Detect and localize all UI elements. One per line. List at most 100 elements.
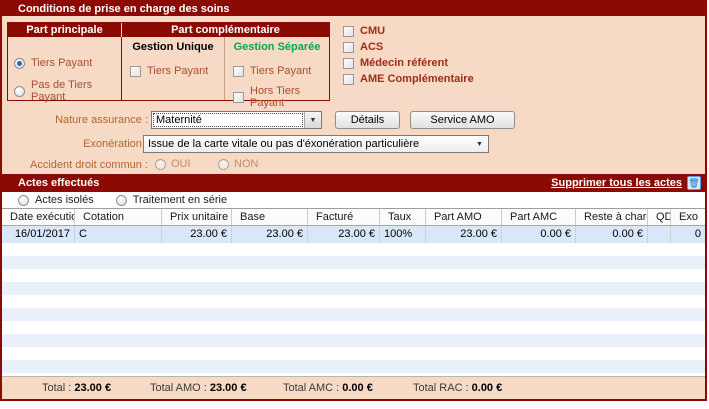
gu-tiers-payant-option[interactable]: Tiers Payant xyxy=(122,65,224,77)
exoneration-label: Exonération : xyxy=(2,135,148,153)
parts-panel-body: Tiers Payant Pas de Tiers Payant Gestion… xyxy=(8,37,329,100)
gestion-unique-column: Gestion Unique Tiers Payant xyxy=(122,37,225,100)
insurance-flags: CMU ACS Médecin référent AME Complémenta… xyxy=(343,23,474,87)
nature-assurance-select[interactable]: Maternité ▼ xyxy=(151,111,322,129)
accident-non-radio[interactable] xyxy=(218,159,229,170)
total-amo-value: 23.00 € xyxy=(210,382,247,394)
tiers-payant-label: Tiers Payant xyxy=(31,57,92,69)
chevron-down-icon[interactable]: ▼ xyxy=(471,136,488,152)
total-amo: Total AMO :23.00 € xyxy=(150,377,247,399)
col-qd: QD xyxy=(648,209,671,225)
medecin-referent-checkbox[interactable] xyxy=(343,58,354,69)
part-complementaire-header: Part complémentaire xyxy=(122,23,329,37)
empty-row xyxy=(2,295,705,308)
section-title-bar: Conditions de prise en charge des soins xyxy=(2,2,705,16)
details-button[interactable]: Détails xyxy=(335,111,400,129)
table-header-row: Date exécution Cotation Prix unitaire Ba… xyxy=(2,209,705,226)
accident-oui-radio[interactable] xyxy=(155,159,166,170)
nature-assurance-value: Maternité xyxy=(152,112,304,128)
acs-checkbox[interactable] xyxy=(343,42,354,53)
col-exo: Exo xyxy=(671,209,705,225)
empty-row xyxy=(2,334,705,347)
accident-oui-option[interactable]: OUI xyxy=(155,158,191,170)
tiers-payant-radio[interactable] xyxy=(14,58,25,69)
exoneration-value: Issue de la carte vitale ou pas d'éxonér… xyxy=(144,136,471,152)
chevron-down-icon[interactable]: ▼ xyxy=(304,112,321,128)
empty-row xyxy=(2,269,705,282)
empty-row xyxy=(2,360,705,373)
empty-row xyxy=(2,256,705,269)
total-rac: Total RAC :0.00 € xyxy=(413,377,502,399)
traitement-en-serie-radio[interactable] xyxy=(116,195,127,206)
care-conditions-window: Conditions de prise en charge des soins … xyxy=(0,0,709,409)
total-amc-value: 0.00 € xyxy=(342,382,373,394)
total-amc-label: Total AMC : xyxy=(283,382,339,394)
empty-row xyxy=(2,308,705,321)
actes-title: Actes effectués xyxy=(18,177,551,189)
actes-isoles-option[interactable]: Actes isolés xyxy=(18,194,94,206)
cell-base: 23.00 € xyxy=(232,226,308,243)
actes-isoles-radio[interactable] xyxy=(18,195,29,206)
col-date-execution: Date exécution xyxy=(2,209,75,225)
empty-row xyxy=(2,243,705,256)
total-global: Total :23.00 € xyxy=(42,377,111,399)
gs-tiers-payant-option[interactable]: Tiers Payant xyxy=(225,65,329,77)
traitement-en-serie-option[interactable]: Traitement en série xyxy=(116,194,227,206)
col-cotation: Cotation xyxy=(75,209,162,225)
pas-de-tiers-payant-option[interactable]: Pas de Tiers Payant xyxy=(8,79,121,103)
col-facture: Facturé xyxy=(308,209,380,225)
cmu-label: CMU xyxy=(360,25,385,37)
pas-de-tiers-payant-label: Pas de Tiers Payant xyxy=(31,79,121,103)
total-amc: Total AMC :0.00 € xyxy=(283,377,373,399)
acte-mode-row: Actes isolés Traitement en série xyxy=(2,192,705,209)
ame-complementaire-checkbox[interactable] xyxy=(343,74,354,85)
cell-part-amo: 23.00 € xyxy=(426,226,502,243)
empty-row xyxy=(2,321,705,334)
ame-complementaire-option[interactable]: AME Complémentaire xyxy=(343,71,474,87)
cmu-option[interactable]: CMU xyxy=(343,23,474,39)
medecin-referent-option[interactable]: Médecin référent xyxy=(343,55,474,71)
hors-tiers-payant-checkbox[interactable] xyxy=(233,92,244,103)
ame-complementaire-label: AME Complémentaire xyxy=(360,73,474,85)
tiers-payant-option[interactable]: Tiers Payant xyxy=(8,57,121,69)
gestion-unique-label: Gestion Unique xyxy=(122,41,224,53)
supprimer-tous-actes-link[interactable]: Supprimer tous les actes xyxy=(551,177,682,189)
accident-non-option[interactable]: NON xyxy=(218,158,258,170)
part-principale-header: Part principale xyxy=(8,23,122,37)
actes-table-area: Actes isolés Traitement en série Date ex… xyxy=(2,192,705,376)
col-taux: Taux xyxy=(380,209,426,225)
col-base: Base xyxy=(232,209,308,225)
gs-tiers-payant-checkbox[interactable] xyxy=(233,66,244,77)
gu-tiers-payant-checkbox[interactable] xyxy=(130,66,141,77)
gu-tiers-payant-label: Tiers Payant xyxy=(147,65,208,77)
actes-section-bar: Actes effectués Supprimer tous les actes… xyxy=(2,174,705,192)
total-rac-label: Total RAC : xyxy=(413,382,469,394)
hors-tiers-payant-option[interactable]: Hors Tiers Payant xyxy=(225,85,329,109)
accident-non-label: NON xyxy=(234,158,258,170)
trash-button[interactable]: 🗑 xyxy=(687,176,701,190)
accident-droit-commun-label: Accident droit commun : xyxy=(2,156,148,174)
acs-option[interactable]: ACS xyxy=(343,39,474,55)
cell-exo: 0 xyxy=(671,226,705,243)
total-value: 23.00 € xyxy=(74,382,111,394)
empty-row xyxy=(2,282,705,295)
cell-part-amc: 0.00 € xyxy=(502,226,576,243)
cmu-checkbox[interactable] xyxy=(343,26,354,37)
cell-qd xyxy=(648,226,671,243)
table-row[interactable]: 16/01/2017 C 23.00 € 23.00 € 23.00 € 100… xyxy=(2,226,705,243)
acs-label: ACS xyxy=(360,41,383,53)
cell-taux: 100% xyxy=(380,226,426,243)
col-prix-unitaire: Prix unitaire xyxy=(162,209,232,225)
pas-de-tiers-payant-radio[interactable] xyxy=(14,86,25,97)
empty-row xyxy=(2,347,705,360)
service-amo-button[interactable]: Service AMO xyxy=(410,111,515,129)
cell-reste-a-charge: 0.00 € xyxy=(576,226,648,243)
cell-prix-unitaire: 23.00 € xyxy=(162,226,232,243)
part-principale-column: Tiers Payant Pas de Tiers Payant xyxy=(8,37,122,100)
conditions-section: Part principale Part complémentaire Tier… xyxy=(2,16,705,174)
medecin-referent-label: Médecin référent xyxy=(360,57,448,69)
exoneration-select[interactable]: Issue de la carte vitale ou pas d'éxonér… xyxy=(143,135,489,153)
col-part-amo: Part AMO xyxy=(426,209,502,225)
page-title: Conditions de prise en charge des soins xyxy=(18,3,230,15)
total-amo-label: Total AMO : xyxy=(150,382,207,394)
